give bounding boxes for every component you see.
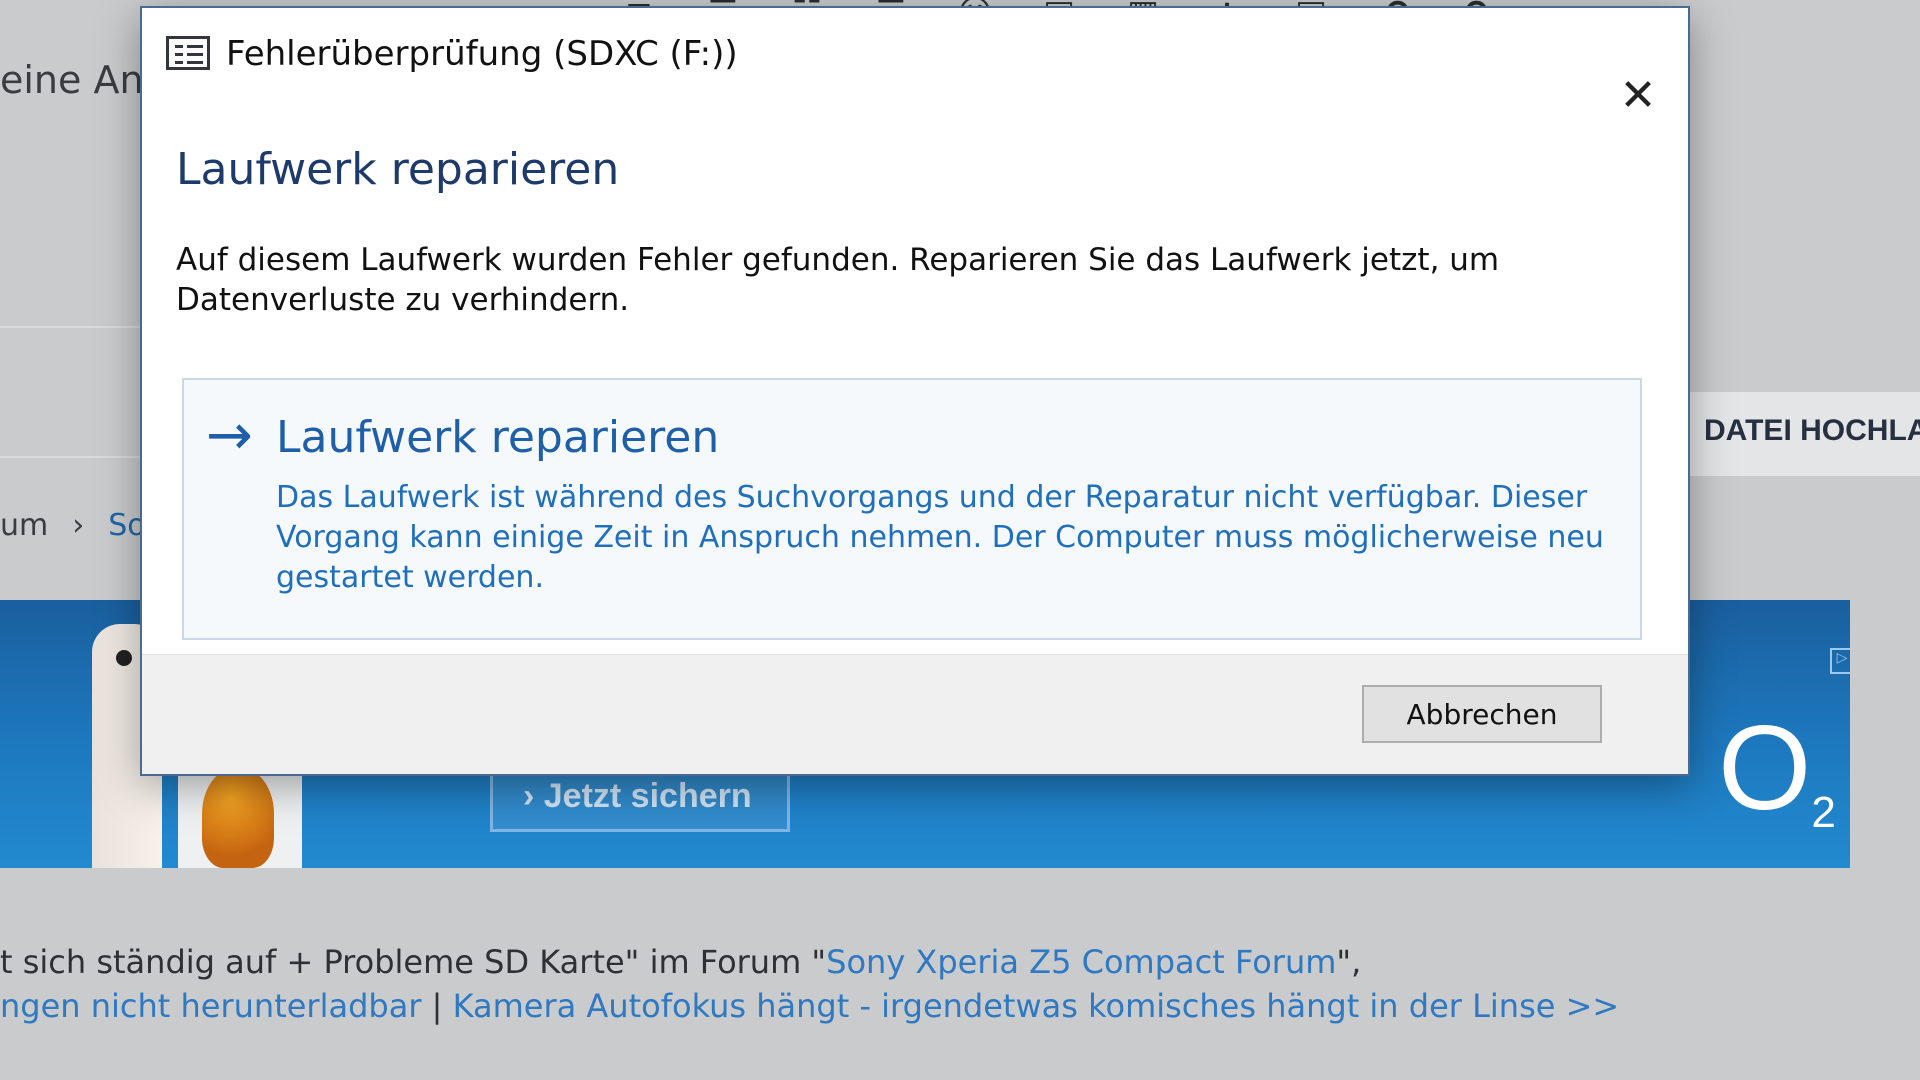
separator: | — [421, 987, 453, 1025]
repair-drive-option[interactable]: → Laufwerk reparieren Das Laufwerk ist w… — [182, 378, 1642, 640]
footer-text: t sich ständig auf + Probleme SD Karte" … — [0, 943, 827, 981]
option-description: Das Laufwerk ist während des Suchvorgang… — [276, 480, 1604, 595]
breadcrumb-item[interactable]: um — [0, 508, 48, 543]
checklist-icon — [166, 36, 210, 70]
option-title: Laufwerk reparieren — [276, 412, 720, 463]
similar-threads: t sich ständig auf + Probleme SD Karte" … — [0, 940, 1920, 1028]
check-disk-dialog: Fehlerüberprüfung (SDXC (F:)) ✕ Laufwerk… — [140, 6, 1690, 776]
similar-threads-line: t sich ständig auf + Probleme SD Karte" … — [0, 940, 1920, 984]
phone-camera-icon — [116, 650, 132, 666]
more-link[interactable]: >> — [1555, 987, 1620, 1025]
dialog-title: Fehlerüberprüfung (SDXC (F:)) — [226, 34, 738, 74]
dialog-footer: Abbrechen — [142, 654, 1688, 774]
ad-info-icon[interactable]: ▷ — [1830, 648, 1850, 674]
ad-fruit-image — [202, 768, 274, 868]
dialog-heading: Laufwerk reparieren — [176, 144, 620, 195]
background-divider — [0, 326, 140, 328]
upload-file-button[interactable]: DATEI HOCHLAD — [1668, 392, 1920, 476]
thread-link[interactable]: ngen nicht herunterladbar — [0, 987, 421, 1025]
arrow-right-icon: → — [206, 403, 253, 468]
chevron-right-icon: › — [72, 508, 85, 543]
logo-subscript: 2 — [1811, 788, 1836, 837]
dialog-titlebar[interactable]: Fehlerüberprüfung (SDXC (F:)) — [142, 8, 1688, 104]
logo-text: O — [1718, 701, 1812, 835]
breadcrumb: um › So — [0, 508, 146, 543]
dialog-message: Auf diesem Laufwerk wurden Fehler gefund… — [176, 242, 1500, 318]
similar-threads-line: ngen nicht herunterladbar | Kamera Autof… — [0, 984, 1920, 1028]
footer-text: ", — [1336, 943, 1362, 981]
o2-logo: O2 — [1718, 708, 1836, 835]
close-icon[interactable]: ✕ — [1614, 72, 1662, 120]
thread-link[interactable]: Kamera Autofokus hängt - irgendetwas kom… — [453, 987, 1556, 1025]
cancel-button[interactable]: Abbrechen — [1362, 685, 1602, 743]
forum-link[interactable]: Sony Xperia Z5 Compact Forum — [826, 943, 1336, 981]
